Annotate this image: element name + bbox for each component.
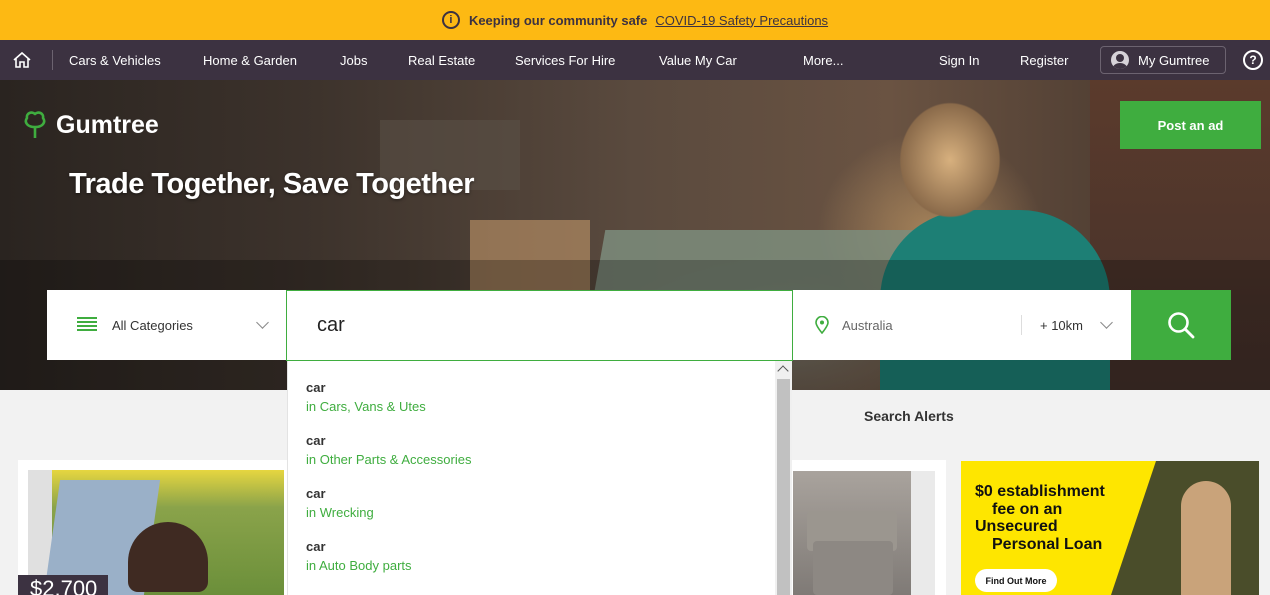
ad-line-3: Unsecured	[975, 518, 1058, 535]
gumtree-logo[interactable]: Gumtree	[22, 110, 159, 140]
covid-safety-link[interactable]: COVID-19 Safety Precautions	[655, 13, 828, 28]
help-icon[interactable]: ?	[1243, 50, 1263, 70]
my-gumtree-button[interactable]: My Gumtree	[1100, 46, 1226, 74]
ad-line-2: fee on an	[992, 501, 1063, 518]
location-divider	[1021, 315, 1022, 335]
category-select[interactable]: All Categories	[47, 290, 286, 360]
nav-item-jobs[interactable]: Jobs	[340, 40, 367, 80]
chevron-down-icon	[256, 316, 269, 329]
location-pin-icon	[815, 315, 829, 337]
hero-tagline: Trade Together, Save Together	[69, 168, 475, 200]
post-ad-button[interactable]: Post an ad	[1120, 101, 1261, 149]
scroll-up-icon[interactable]	[777, 365, 789, 377]
ad-line-1: $0 establishment	[975, 483, 1105, 500]
suggestion-item[interactable]: car in Other Parts & Accessories	[306, 433, 471, 467]
scrollbar-thumb[interactable]	[777, 379, 790, 595]
list-icon	[77, 317, 97, 333]
brand-name: Gumtree	[56, 110, 159, 139]
nav-item-home-garden[interactable]: Home & Garden	[203, 40, 297, 80]
info-icon: i	[441, 11, 460, 29]
sign-in-link[interactable]: Sign In	[939, 40, 979, 80]
suggestion-item[interactable]: car in Cars, Vans & Utes	[306, 380, 426, 414]
find-out-more-button[interactable]: Find Out More	[975, 569, 1057, 592]
suggestion-item[interactable]: car in Auto Body parts	[306, 539, 412, 573]
search-button[interactable]	[1131, 290, 1231, 360]
avatar-icon	[1111, 51, 1129, 69]
register-link[interactable]: Register	[1020, 40, 1068, 80]
nav-item-value-my-car[interactable]: Value My Car	[659, 40, 737, 80]
search-input[interactable]	[286, 290, 793, 361]
search-alerts-heading[interactable]: Search Alerts	[864, 408, 954, 424]
loan-advert[interactable]: $0 establishment fee on an Unsecured Per…	[961, 461, 1259, 595]
covid-banner-text: Keeping our community safe	[468, 12, 648, 28]
nav-divider	[52, 50, 53, 70]
covid-banner: i Keeping our community safe COVID-19 Sa…	[0, 0, 1270, 40]
nav-item-services-for-hire[interactable]: Services For Hire	[515, 40, 615, 80]
dropdown-scrollbar[interactable]	[775, 361, 792, 595]
nav-item-real-estate[interactable]: Real Estate	[408, 40, 475, 80]
ad-line-4: Personal Loan	[992, 536, 1103, 553]
location-input[interactable]: Australia	[842, 318, 893, 333]
top-nav: Cars & Vehicles Home & Garden Jobs Real …	[0, 40, 1270, 80]
autocomplete-dropdown: car in Cars, Vans & Utes car in Other Pa…	[287, 361, 792, 595]
listing-price: $2,700	[18, 575, 108, 595]
gumtree-leaf-icon	[24, 111, 46, 138]
radius-select[interactable]: + 10km	[1040, 318, 1083, 333]
location-field[interactable]: Australia + 10km	[793, 290, 1131, 360]
suggestion-item[interactable]: car in Wrecking	[306, 486, 374, 520]
nav-item-more[interactable]: More...	[803, 40, 843, 80]
listing-image-sofa[interactable]	[793, 471, 911, 595]
radius-chevron-down-icon	[1100, 316, 1113, 329]
my-gumtree-label: My Gumtree	[1138, 52, 1210, 68]
nav-item-cars-vehicles[interactable]: Cars & Vehicles	[69, 40, 161, 80]
category-value: All Categories	[112, 318, 193, 333]
search-icon	[1168, 312, 1195, 339]
home-icon[interactable]	[12, 40, 34, 80]
